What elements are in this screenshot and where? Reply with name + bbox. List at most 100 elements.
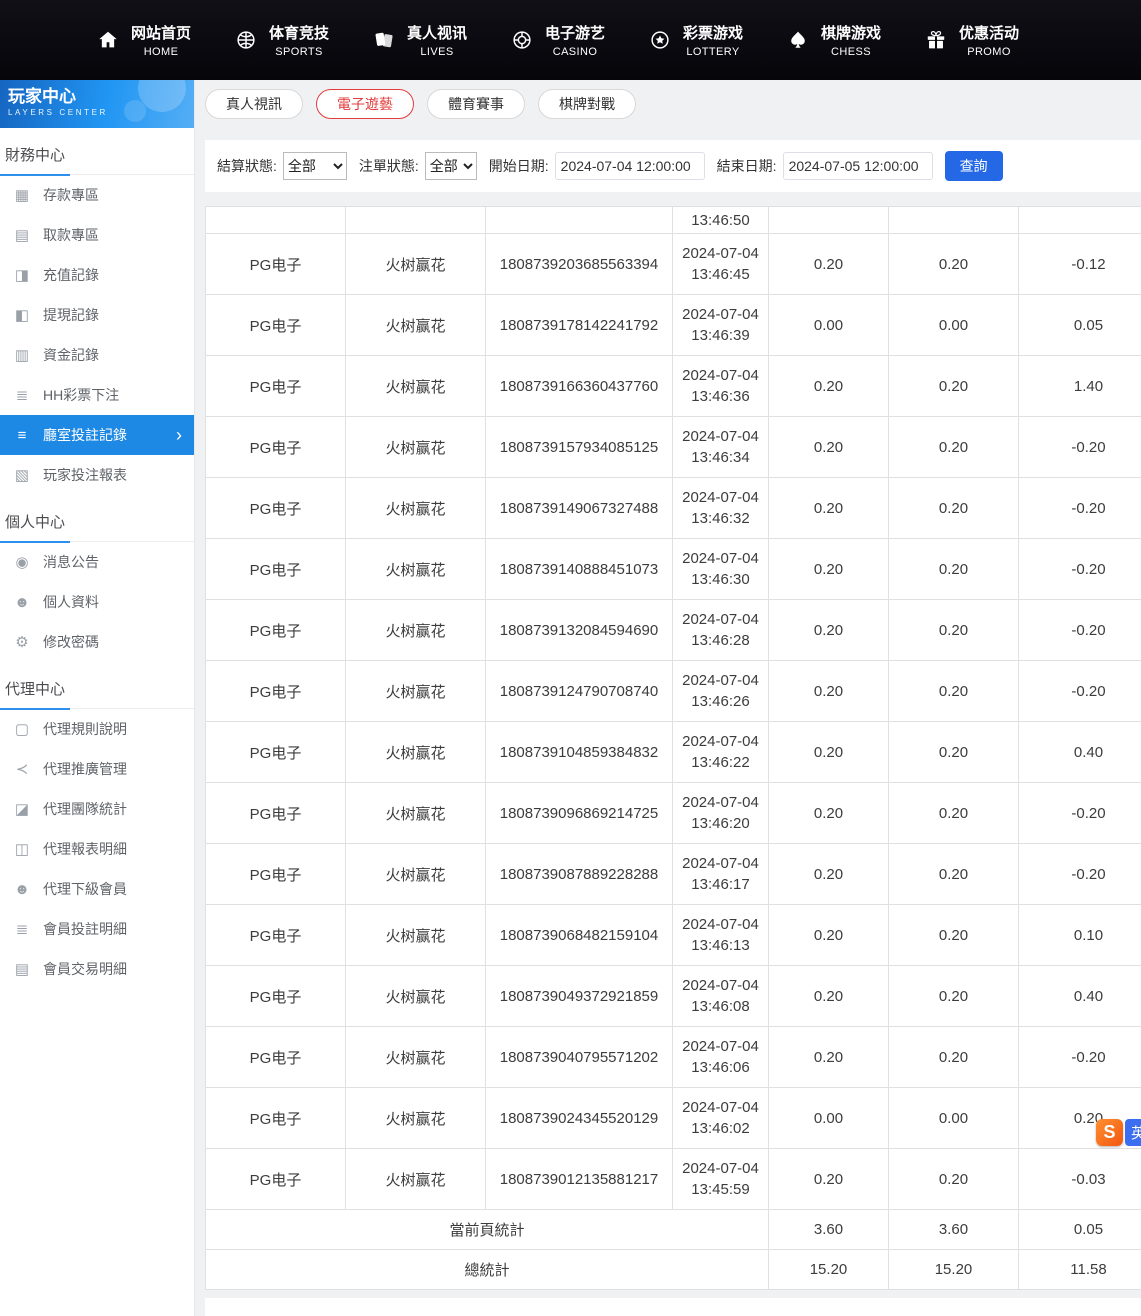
tab-2[interactable]: 體育賽事 [427, 89, 525, 119]
sidebar-item-label: 提現記錄 [43, 305, 99, 325]
sidebar-item-agent-members[interactable]: ☻代理下級會員 [0, 869, 194, 909]
hall-cell: PG电子 [206, 905, 346, 966]
time-date: 2024-07-04 [675, 670, 766, 691]
nav-label-zh: 体育竞技 [269, 22, 329, 43]
game-cell: 火树赢花 [346, 905, 486, 966]
sidebar-item-withdrawal-record[interactable]: ◧提現記錄 [0, 295, 194, 335]
sidebar-item-label: 修改密碼 [43, 632, 99, 652]
nav-item-home[interactable]: 网站首页HOME [96, 22, 198, 58]
sidebar-item-withdraw[interactable]: ▤取款專區 [0, 215, 194, 255]
settle-status-select[interactable]: 全部 [283, 152, 347, 180]
agent-team-stats-icon: ◪ [13, 800, 31, 818]
nav-label-en: SPORTS [275, 46, 322, 58]
win-cell: 11.58 [1019, 1250, 1141, 1290]
time-clock: 13:46:20 [675, 813, 766, 834]
nav-item-chess[interactable]: 棋牌游戏CHESS [786, 22, 888, 58]
table-row: PG电子火树赢花18087391247907087402024-07-0413:… [206, 661, 1141, 722]
win-cell: -0.03 [1019, 1149, 1141, 1210]
time-cell: 2024-07-0413:46:02 [673, 1088, 769, 1149]
table-row-partial: 13:46:50 [206, 207, 1141, 234]
game-cell: 火树赢花 [346, 417, 486, 478]
lottery-icon [648, 28, 672, 52]
sidebar-item-agent-promotion[interactable]: ≺代理推廣管理 [0, 749, 194, 789]
nav-label-zh: 电子游艺 [545, 22, 605, 43]
sidebar-item-announcement[interactable]: ◉消息公告 [0, 542, 194, 582]
bet-cell: 0.20 [769, 905, 889, 966]
tab-1[interactable]: 電子遊藝 [316, 89, 414, 119]
order-cell: 1808739132084594690 [486, 600, 673, 661]
order-cell [486, 207, 673, 234]
bet-cell: 0.00 [769, 1088, 889, 1149]
game-cell [346, 207, 486, 234]
sidebar-item-member-bets[interactable]: ≣會員投註明細 [0, 909, 194, 949]
sidebar-header: 玩家中心 LAYERS CENTER [0, 80, 194, 128]
nav-label-zh: 优惠活动 [959, 22, 1019, 43]
agent-promotion-icon: ≺ [13, 760, 31, 778]
sidebar-item-agent-rules[interactable]: ▢代理規則說明 [0, 709, 194, 749]
sidebar-item-deposit[interactable]: ▦存款專區 [0, 175, 194, 215]
order-cell: 1808739166360437760 [486, 356, 673, 417]
gift-icon [924, 28, 948, 52]
start-date-label: 開始日期: [489, 156, 549, 176]
bet-cell: 0.20 [769, 966, 889, 1027]
sidebar-item-label: 資金記錄 [43, 345, 99, 365]
hall-cell: PG电子 [206, 417, 346, 478]
sidebar-item-label: 存款專區 [43, 185, 99, 205]
ime-language-toggle[interactable]: 英 [1125, 1119, 1141, 1146]
hall-cell: PG电子 [206, 783, 346, 844]
sidebar-item-lottery-bet[interactable]: ≣HH彩票下注 [0, 375, 194, 415]
start-date-input[interactable] [555, 152, 705, 180]
sidebar-item-player-report[interactable]: ▧ 玩家投注報表 [0, 455, 194, 495]
tab-0[interactable]: 真人視訊 [205, 89, 303, 119]
time-clock: 13:46:45 [675, 264, 766, 285]
time-clock: 13:46:36 [675, 386, 766, 407]
sidebar-item-recharge-record[interactable]: ◨充值記錄 [0, 255, 194, 295]
nav-item-casino[interactable]: 电子游艺CASINO [510, 22, 612, 58]
nav-item-promo[interactable]: 优惠活动PROMO [924, 22, 1026, 58]
game-cell: 火树赢花 [346, 356, 486, 417]
player-center-title: 玩家中心 [8, 87, 194, 107]
sidebar-item-agent-report[interactable]: ◫代理報表明細 [0, 829, 194, 869]
search-button[interactable]: 查詢 [945, 151, 1003, 181]
grand-total-row: 總統計15.2015.2011.58 [206, 1250, 1141, 1290]
order-status-select[interactable]: 全部 [425, 152, 477, 180]
player-report-icon: ▧ [13, 466, 31, 484]
sidebar-item-password[interactable]: ⚙修改密碼 [0, 622, 194, 662]
nav-item-sports[interactable]: 体育竞技 SPORTS [234, 22, 336, 58]
sidebar-item-label: 會員交易明細 [43, 959, 127, 979]
sogou-ime-icon[interactable]: S [1096, 1119, 1123, 1146]
agent-rules-icon: ▢ [13, 720, 31, 738]
time-cell: 2024-07-0413:46:32 [673, 478, 769, 539]
hall-cell [206, 207, 346, 234]
valid-bet-cell: 0.20 [889, 661, 1019, 722]
tab-3[interactable]: 棋牌對戰 [538, 89, 636, 119]
sidebar-item-label: 充值記錄 [43, 265, 99, 285]
pagination-panel [205, 1298, 1141, 1316]
valid-bet-cell: 0.20 [889, 1149, 1019, 1210]
bet-cell: 0.20 [769, 539, 889, 600]
order-cell: 1808739124790708740 [486, 661, 673, 722]
time-clock: 13:46:26 [675, 691, 766, 712]
time-cell: 2024-07-0413:46:45 [673, 234, 769, 295]
valid-bet-cell: 0.20 [889, 905, 1019, 966]
bet-cell: 0.20 [769, 356, 889, 417]
time-clock: 13:46:34 [675, 447, 766, 468]
nav-item-lives[interactable]: 真人视讯LIVES [372, 22, 474, 58]
sidebar-item-profile[interactable]: ☻個人資料 [0, 582, 194, 622]
lottery-bet-icon: ≣ [13, 386, 31, 404]
sidebar-item-label: 玩家投注報表 [43, 465, 127, 485]
valid-bet-cell: 0.20 [889, 356, 1019, 417]
bet-cell: 0.20 [769, 234, 889, 295]
sidebar-item-member-transactions[interactable]: ▤會員交易明細 [0, 949, 194, 989]
sidebar-item-funds-record[interactable]: ▥資金記錄 [0, 335, 194, 375]
valid-bet-cell: 0.20 [889, 478, 1019, 539]
sidebar-item-room-bet-records[interactable]: ≡廳室投註記錄› [0, 415, 194, 455]
order-cell: 1808739024345520129 [486, 1088, 673, 1149]
sidebar-item-agent-team-stats[interactable]: ◪代理團隊統計 [0, 789, 194, 829]
end-date-input[interactable] [783, 152, 933, 180]
time-cell: 2024-07-0413:46:39 [673, 295, 769, 356]
main-content: 真人視訊電子遊藝體育賽事棋牌對戰 結算狀態: 全部 注單狀態: 全部 開始日期:… [195, 80, 1141, 1316]
nav-label-zh: 彩票游戏 [683, 22, 743, 43]
nav-item-lottery[interactable]: 彩票游戏LOTTERY [648, 22, 750, 58]
settle-status-label: 結算狀態: [217, 156, 277, 176]
